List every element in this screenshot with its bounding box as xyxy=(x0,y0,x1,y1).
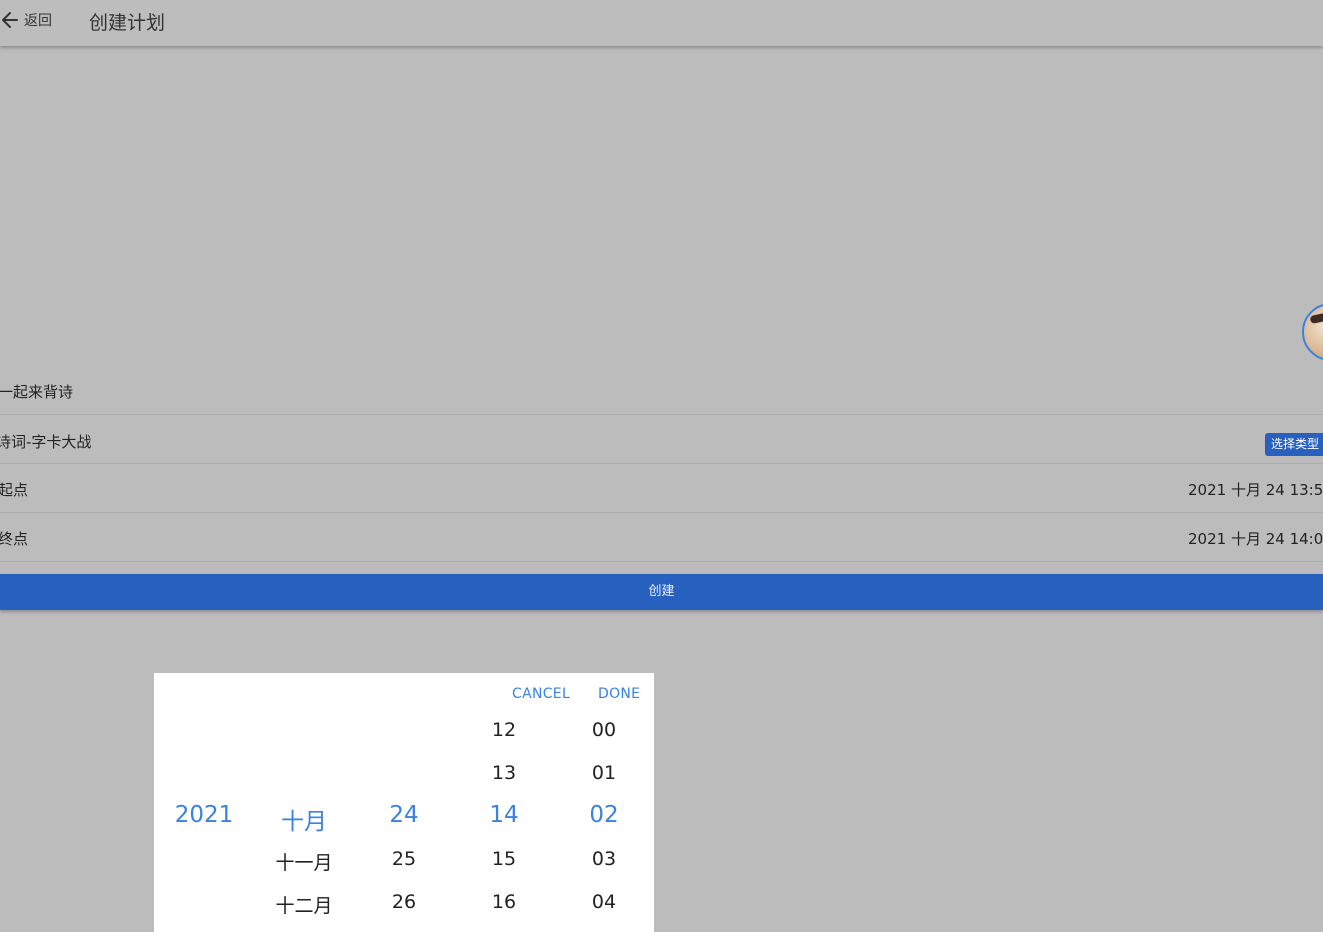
page-title: 创建计划 xyxy=(89,12,166,34)
picker-day-item[interactable]: 26 xyxy=(354,891,454,913)
start-time-value[interactable]: 2021 十月 24 13:5 xyxy=(1188,479,1323,500)
picker-minute-item[interactable]: 00 xyxy=(554,719,654,741)
picker-month-item[interactable]: 十一月 xyxy=(254,848,354,875)
back-button[interactable]: 返回 xyxy=(0,7,52,33)
datetime-picker: CANCEL DONE 2021 十月 十一月 十二月 24 25 26 12 … xyxy=(154,673,654,932)
picker-minute-item[interactable]: 04 xyxy=(554,891,654,913)
picker-hour-item[interactable]: 15 xyxy=(454,848,554,870)
end-time-value[interactable]: 2021 十月 24 14:0 xyxy=(1188,528,1323,549)
picker-cancel-button[interactable]: CANCEL xyxy=(512,686,570,702)
plan-name-row[interactable]: 一起来背诗 xyxy=(0,367,1323,415)
picker-hour-item[interactable]: 14 xyxy=(454,802,554,828)
picker-day-item[interactable]: 25 xyxy=(354,848,454,870)
picker-minute-item[interactable]: 02 xyxy=(554,802,654,828)
picker-done-button[interactable]: DONE xyxy=(598,686,640,702)
create-button[interactable]: 创建 xyxy=(0,574,1323,610)
picker-month-item[interactable]: 十二月 xyxy=(254,891,354,918)
picker-day-item[interactable]: 24 xyxy=(354,802,454,828)
avatar[interactable] xyxy=(1302,303,1323,361)
end-label: 终点 xyxy=(0,530,29,548)
back-label: 返回 xyxy=(24,13,52,29)
app-header: 返回 创建计划 xyxy=(0,0,1323,46)
arrow-left-icon xyxy=(0,10,20,30)
select-type-button[interactable]: 选择类型 xyxy=(1265,433,1323,456)
picker-hour-item[interactable]: 12 xyxy=(454,719,554,741)
picker-hour-item[interactable]: 16 xyxy=(454,891,554,913)
picker-month-item[interactable]: 十月 xyxy=(254,802,354,836)
start-time-row[interactable]: 起点 2021 十月 24 13:5 xyxy=(0,465,1323,513)
plan-name-value: 一起来背诗 xyxy=(0,383,74,401)
plan-type-row[interactable]: 诗词-字卡大战 选择类型 xyxy=(0,416,1323,464)
plan-type-value: 诗词-字卡大战 xyxy=(0,433,92,451)
picker-minute-item[interactable]: 01 xyxy=(554,762,654,784)
end-time-row[interactable]: 终点 2021 十月 24 14:0 xyxy=(0,514,1323,562)
picker-minute-item[interactable]: 03 xyxy=(554,848,654,870)
start-label: 起点 xyxy=(0,481,29,499)
avatar-image xyxy=(1309,309,1323,325)
picker-hour-item[interactable]: 13 xyxy=(454,762,554,784)
picker-year-item[interactable]: 2021 xyxy=(154,802,254,828)
